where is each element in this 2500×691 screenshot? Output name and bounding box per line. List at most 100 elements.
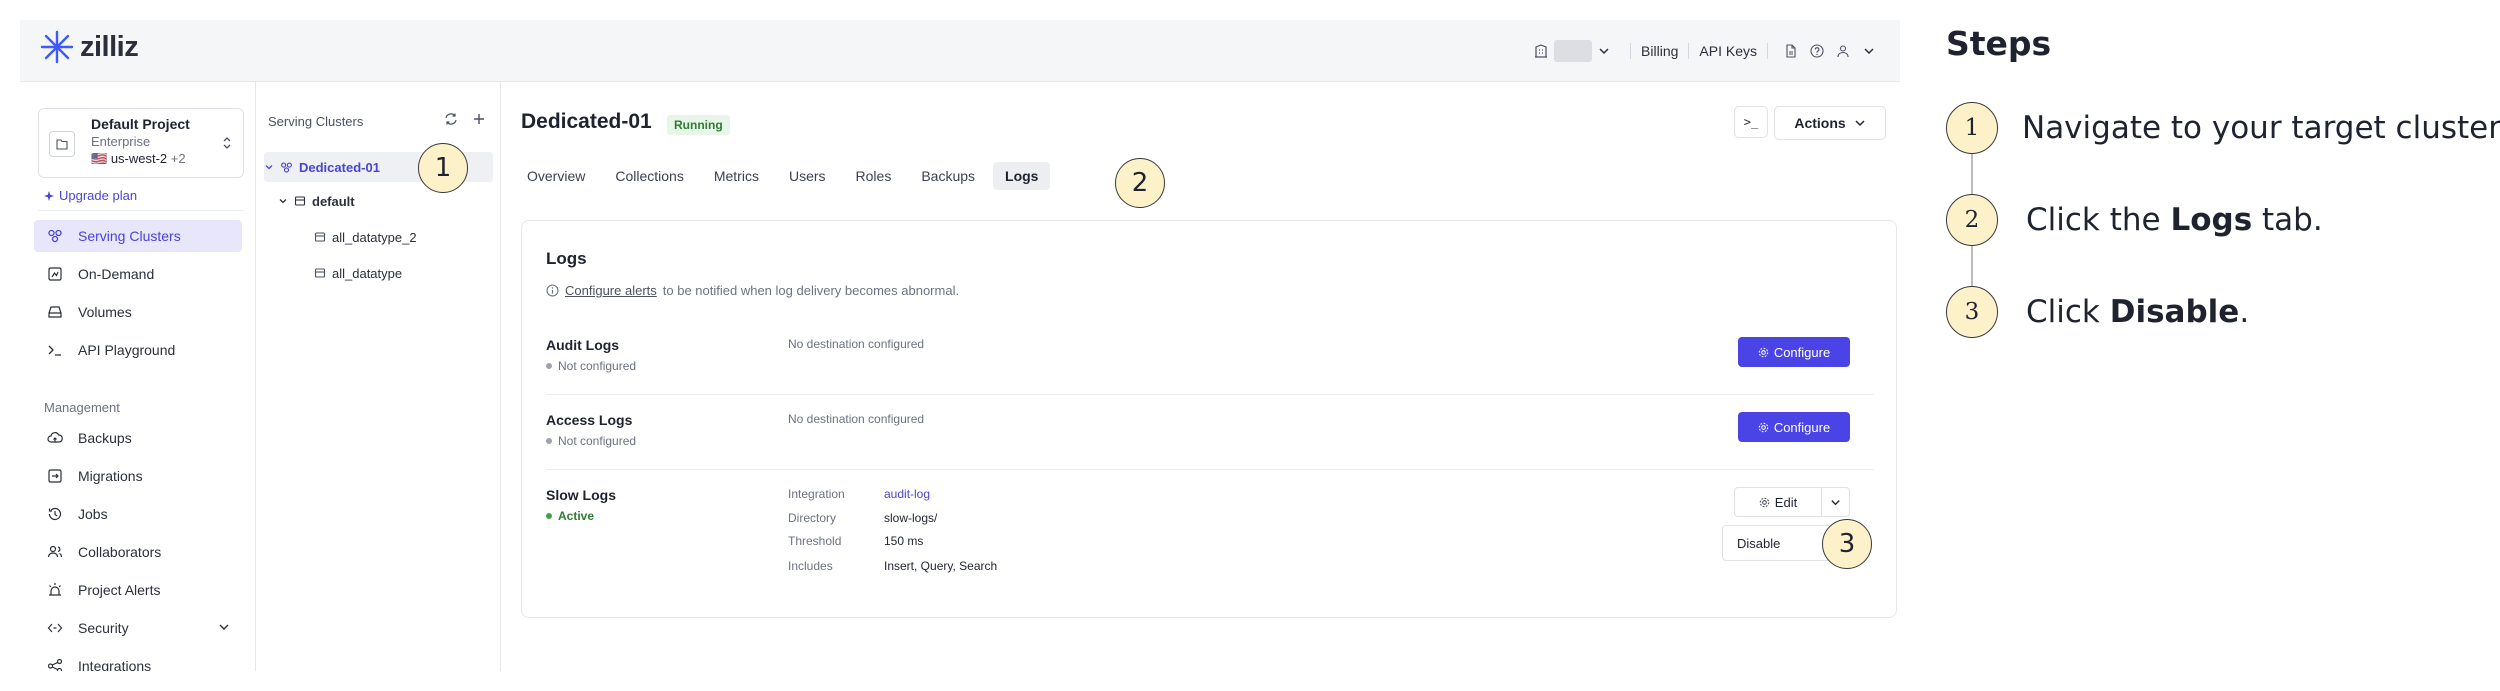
tab-collections[interactable]: Collections [603,162,695,190]
log-name: Access Logs [546,412,633,428]
chevron-down-icon [1599,48,1609,55]
project-selector[interactable]: Default Project Enterprise 🇺🇸 us-west-2 … [38,108,244,178]
api-keys-link[interactable]: API Keys [1699,43,1757,59]
chevron-down-icon[interactable] [1858,40,1880,62]
nav-item-label: Backups [78,430,132,446]
field-key: Directory [788,511,837,525]
nav-item-label: Collaborators [78,544,162,560]
nav-item-jobs[interactable]: Jobs [34,498,242,530]
step-text-part: . [2239,294,2250,330]
chevron-down-icon [1855,120,1865,127]
tree-item-database[interactable]: default [278,186,507,216]
gear-icon [1758,347,1769,357]
integration-link[interactable]: audit-log [884,487,930,501]
configure-access-logs-button[interactable]: Configure [1738,412,1850,442]
chevron-down-icon [264,162,274,172]
edit-slow-logs-button[interactable]: Edit [1734,487,1822,517]
configure-alerts-link[interactable]: Configure alerts [565,283,657,298]
step-connector [1971,152,1973,198]
tree-item-label: default [312,193,355,209]
nav-item-label: Integrations [78,658,152,671]
tree-item-collection[interactable]: all_datatype [314,258,484,288]
project-folder-icon [49,131,75,157]
callout-marker-2: 2 [1115,158,1165,208]
cluster-tree-panel: Serving Clusters Dedicated-01 default al… [256,82,501,671]
steps-panel: Steps 1 Navigate to your target cluster.… [1940,0,2500,691]
logs-note: Configure alerts to be notified when log… [546,283,959,298]
slow-log-field: Threshold 150 ms [788,534,923,548]
logs-panel: Logs Configure alerts to be notified whe… [521,220,1897,618]
tree-item-label: all_datatype_2 [332,229,417,245]
tab-metrics[interactable]: Metrics [702,162,771,190]
tab-overview[interactable]: Overview [515,162,597,190]
users-icon [46,543,64,561]
step-text: Navigate to your target cluster. [2022,110,2500,146]
log-row-audit: Audit Logs Not configured No destination… [546,337,1874,395]
step-text-part: Click [2026,294,2110,330]
collection-icon [314,267,326,279]
nav-item-volumes[interactable]: Volumes [34,296,242,328]
gear-icon [1759,497,1770,507]
database-icon [294,195,306,207]
log-status-label: Not configured [558,434,637,448]
add-icon[interactable] [472,112,486,131]
project-name: Default Project [91,116,190,132]
status-dot [546,513,552,519]
history-icon [46,505,64,523]
organization-selector[interactable] [1524,40,1620,62]
step-connector [1971,244,1973,290]
status-badge: Running [667,115,730,135]
nav-item-project-alerts[interactable]: Project Alerts [34,574,242,606]
nav-item-serving-clusters[interactable]: Serving Clusters [34,220,242,252]
nav-item-label: Project Alerts [78,582,161,598]
button-label: Configure [1773,419,1831,435]
tree-item-label: all_datatype [332,265,403,281]
log-status: Active [546,509,594,523]
button-label: Edit [1774,494,1798,510]
slow-log-field: Includes Insert, Query, Search [788,559,997,573]
nav-item-integrations[interactable]: Integrations [34,650,242,671]
refresh-icon[interactable] [444,112,458,131]
chevron-down-icon [1831,499,1840,505]
nav-item-api-playground[interactable]: API Playground [34,334,242,366]
step-number: 1 [1946,102,1998,154]
tab-roles[interactable]: Roles [844,162,904,190]
nav-item-label: Jobs [78,506,108,522]
tree-item-label: Dedicated-01 [299,159,380,175]
clusters-icon [280,161,293,174]
nav-item-backups[interactable]: Backups [34,422,242,454]
tab-logs[interactable]: Logs [993,162,1051,190]
chevron-up-down-icon [221,135,233,156]
tree-actions [444,112,486,131]
edit-menu-toggle[interactable] [1822,487,1850,517]
terminal-button[interactable]: >_ [1734,106,1768,138]
configure-audit-logs-button[interactable]: Configure [1738,337,1850,367]
nav-item-migrations[interactable]: Migrations [34,460,242,492]
step-text-part: Click the [2026,202,2171,238]
user-icon[interactable] [1832,40,1854,62]
nav-item-on-demand[interactable]: On-Demand [34,258,242,290]
nav-item-security[interactable]: Security [34,612,242,644]
tree-header: Serving Clusters [268,114,364,129]
zilliz-logo[interactable]: zilliz [40,30,139,64]
step-text: Click the Logs tab. [2026,202,2323,238]
tab-backups[interactable]: Backups [909,162,987,190]
management-section-label: Management [44,400,120,415]
main-content: Dedicated-01 Running >_ Actions Overview… [501,82,1900,671]
tree-item-collection[interactable]: all_datatype_2 [314,222,484,252]
nav-item-collaborators[interactable]: Collaborators [34,536,242,568]
field-key: Threshold [788,534,842,548]
edit-button-group: Edit [1734,487,1850,517]
document-icon[interactable] [1780,40,1802,62]
tab-users[interactable]: Users [777,162,838,190]
upgrade-plan-link[interactable]: Upgrade plan [44,188,137,203]
volume-icon [46,303,64,321]
actions-button[interactable]: Actions [1774,106,1886,140]
step-text-part: Navigate to your target cluster. [2022,110,2500,146]
terminal-icon [46,341,64,359]
brand-name: zilliz [80,30,139,63]
chevron-down-icon [278,196,288,206]
billing-link[interactable]: Billing [1641,43,1678,59]
help-icon[interactable] [1806,40,1828,62]
cloud-icon [46,429,64,447]
